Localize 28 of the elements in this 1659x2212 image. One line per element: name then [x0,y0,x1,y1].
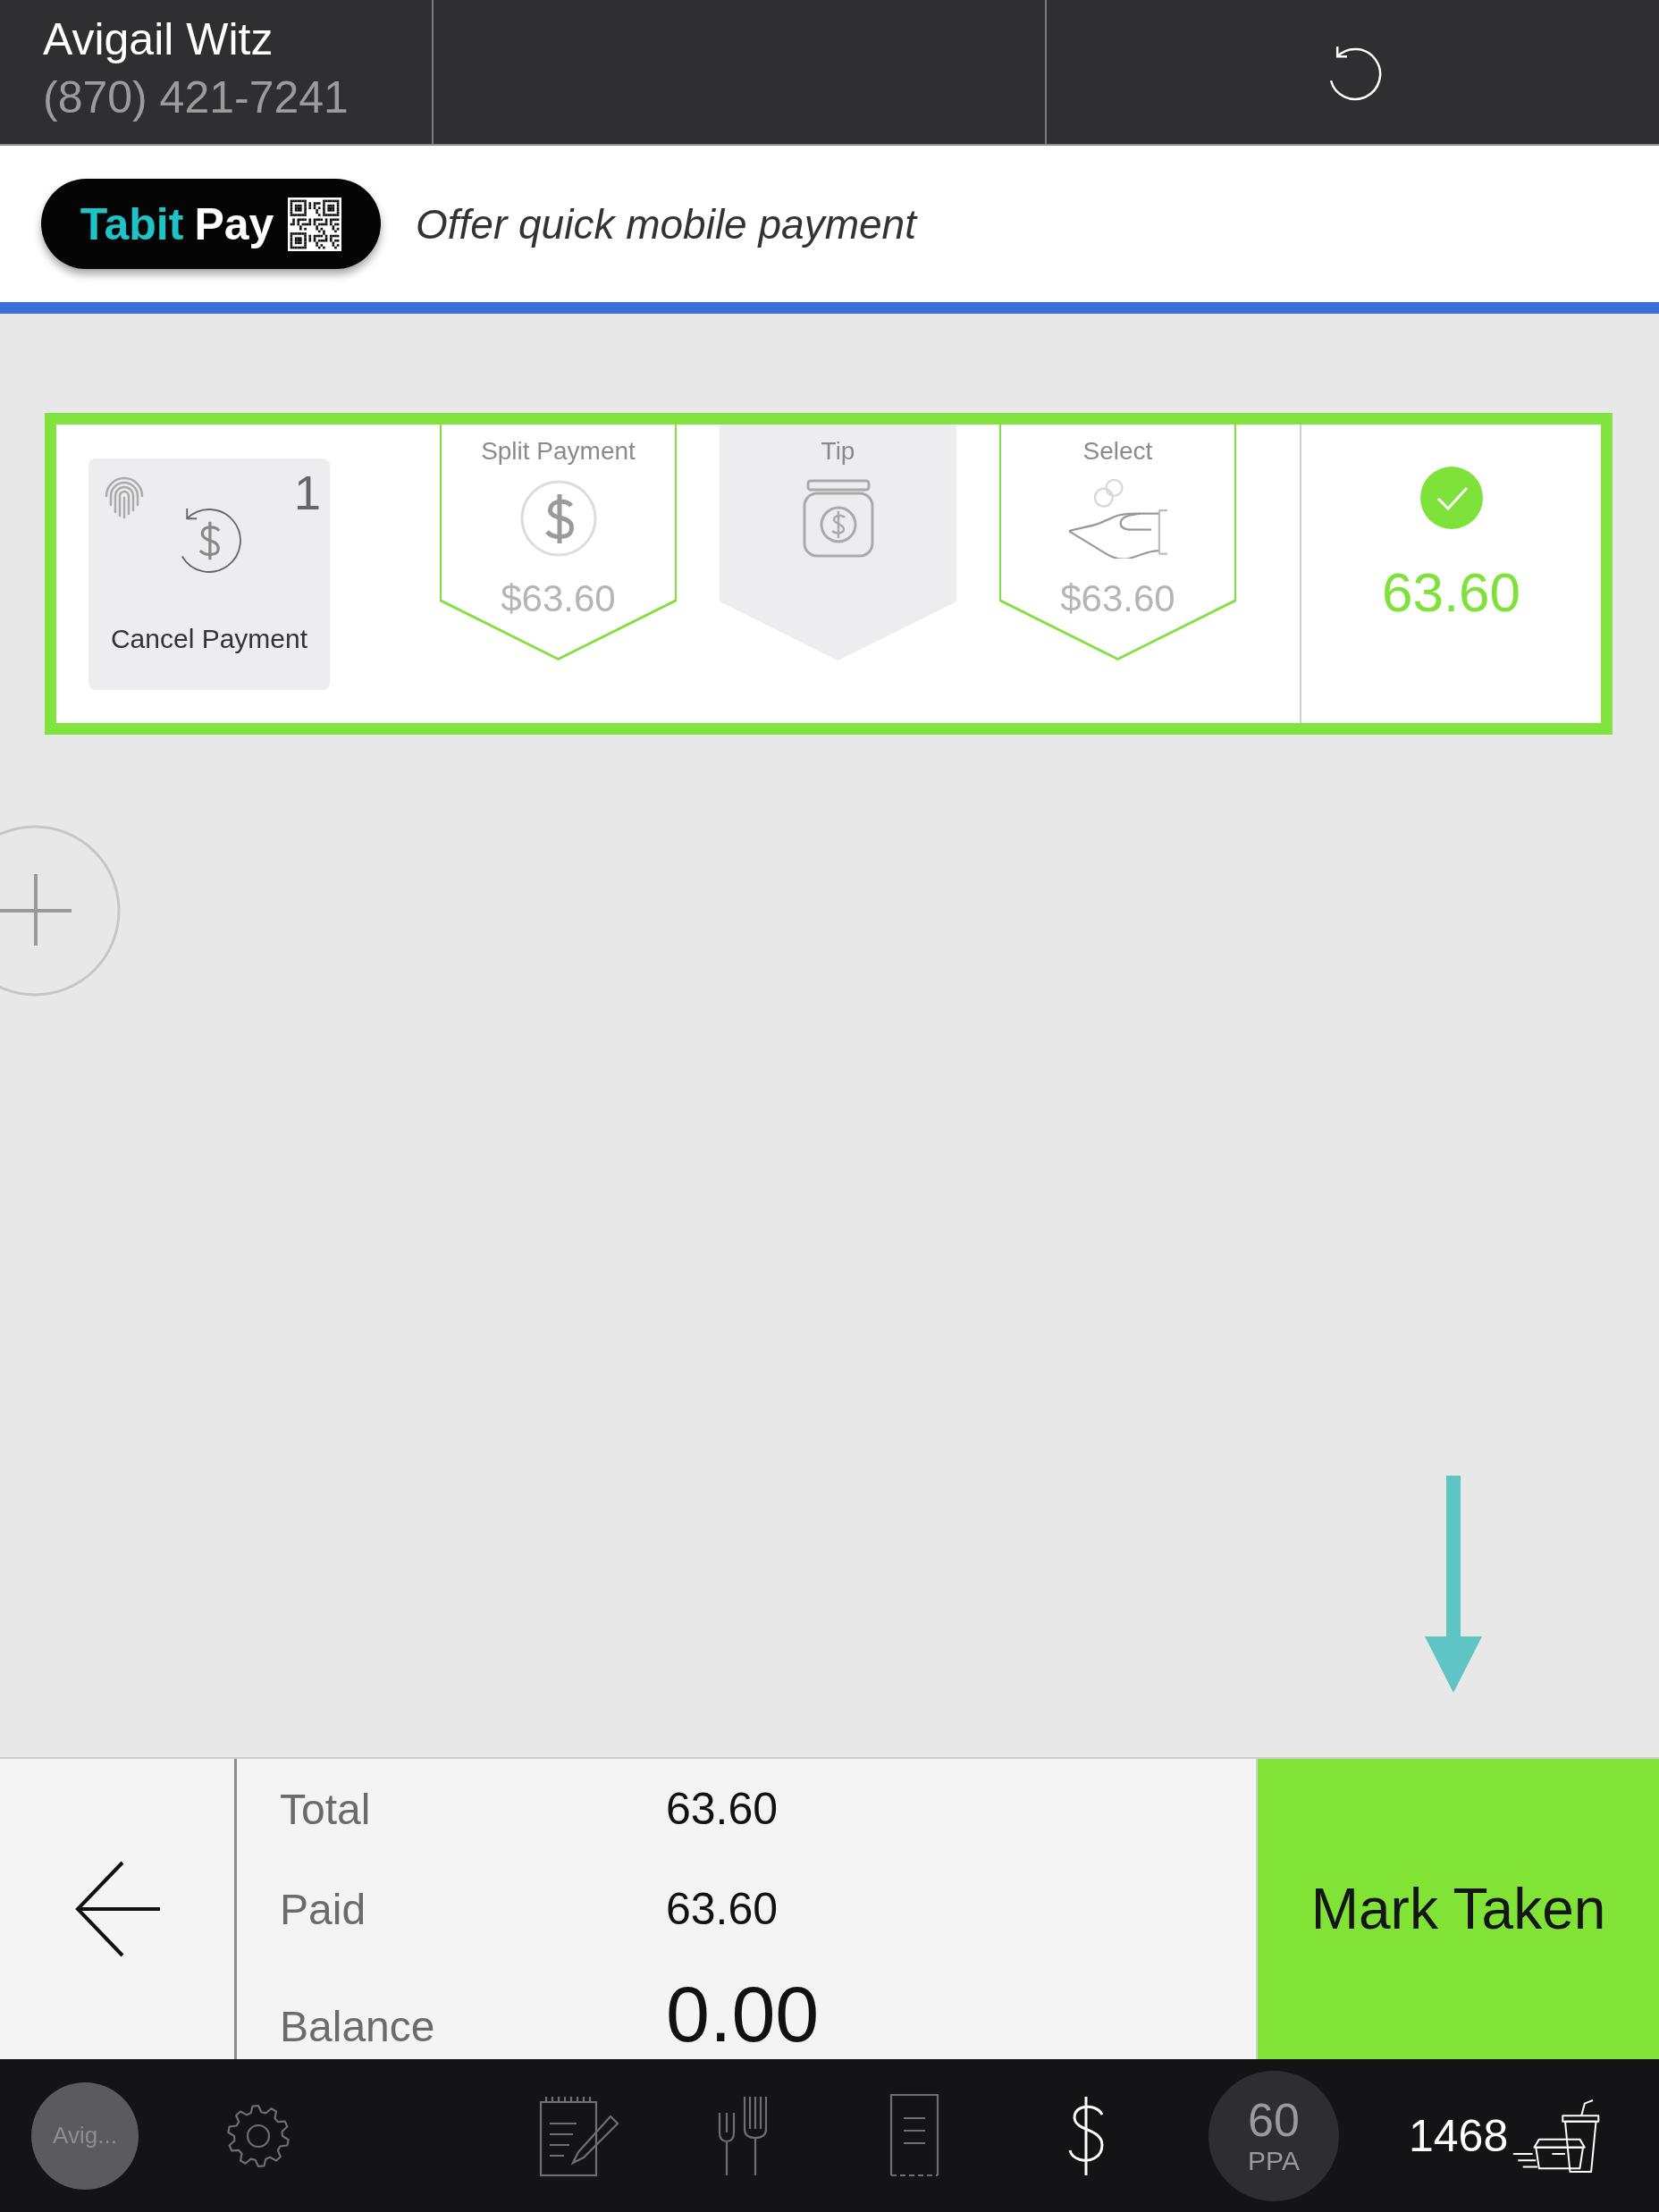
step-amount: $63.60 [501,576,616,621]
customer-name: Avigail Witz [43,13,274,66]
tabit-pay-button[interactable]: Tabit Pay [41,179,381,269]
step-amount: $63.60 [1060,576,1175,621]
ppa-label: PPA [1248,2144,1300,2177]
add-button[interactable] [0,825,122,997]
step-tab[interactable]: Tip [720,425,956,660]
step-tab[interactable]: Select $63.60 [999,425,1236,660]
qr-code-icon [288,197,342,251]
step-tab[interactable]: Split Payment $63.60 [440,425,677,660]
plus-icon [0,872,73,947]
payment-count: 1 [293,466,321,519]
promo-caption: Offer quick mobile payment [416,199,916,248]
summary-value: 0.00 [666,1970,820,2059]
summary-value: 63.60 [666,1884,779,1934]
summary-label: Paid [280,1885,367,1935]
ppa-value: 60 [1248,2094,1300,2145]
tip-jar-icon [802,478,874,559]
mark-taken-button[interactable]: Mark Taken [1258,1759,1659,2059]
cancel-payment-button[interactable]: 1 Cancel Payment [88,458,330,690]
dollar-coin-icon [518,479,598,558]
order-count: 1468 [1409,2109,1509,2162]
ppa-badge[interactable]: 60 PPA [1208,2070,1339,2201]
paid-amount: 63.60 [1381,561,1521,624]
customer-phone: (870) 421-7241 [43,71,349,124]
summary-value: 63.60 [666,1784,779,1834]
summary-label: Balance [280,2002,436,2052]
summary-label: Total [280,1785,372,1835]
